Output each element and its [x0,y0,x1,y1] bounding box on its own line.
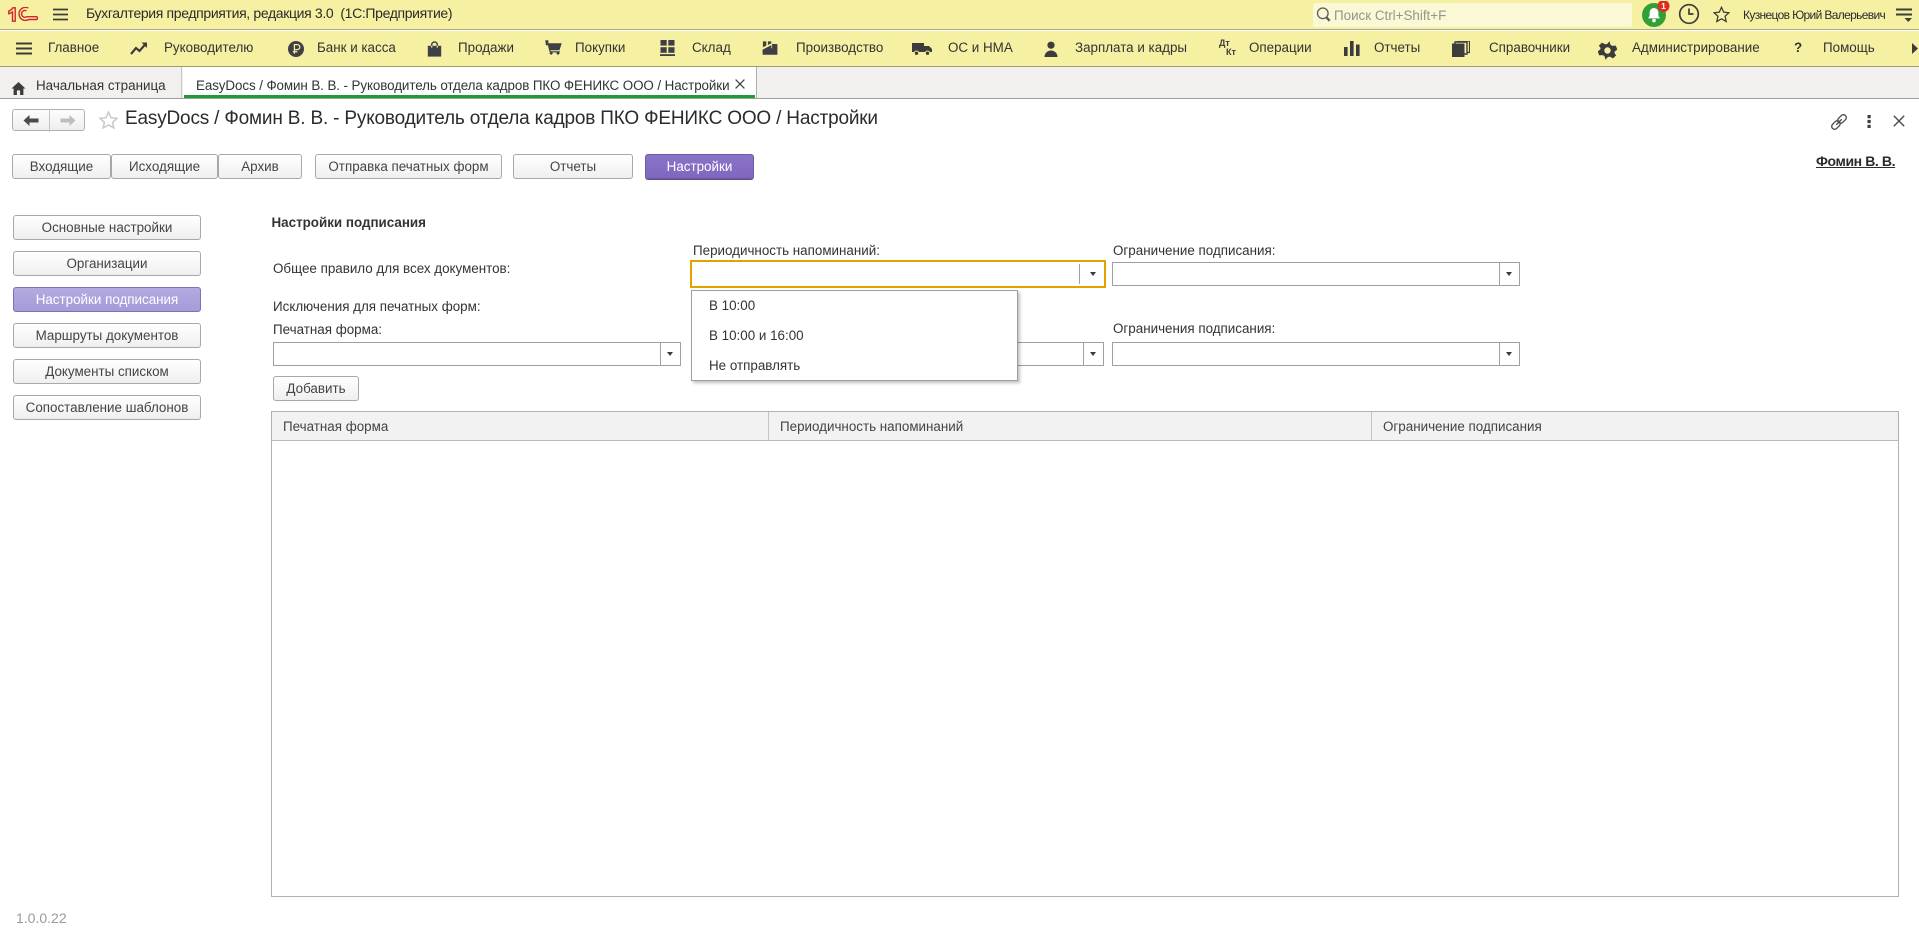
svg-text:1: 1 [1661,1,1666,11]
